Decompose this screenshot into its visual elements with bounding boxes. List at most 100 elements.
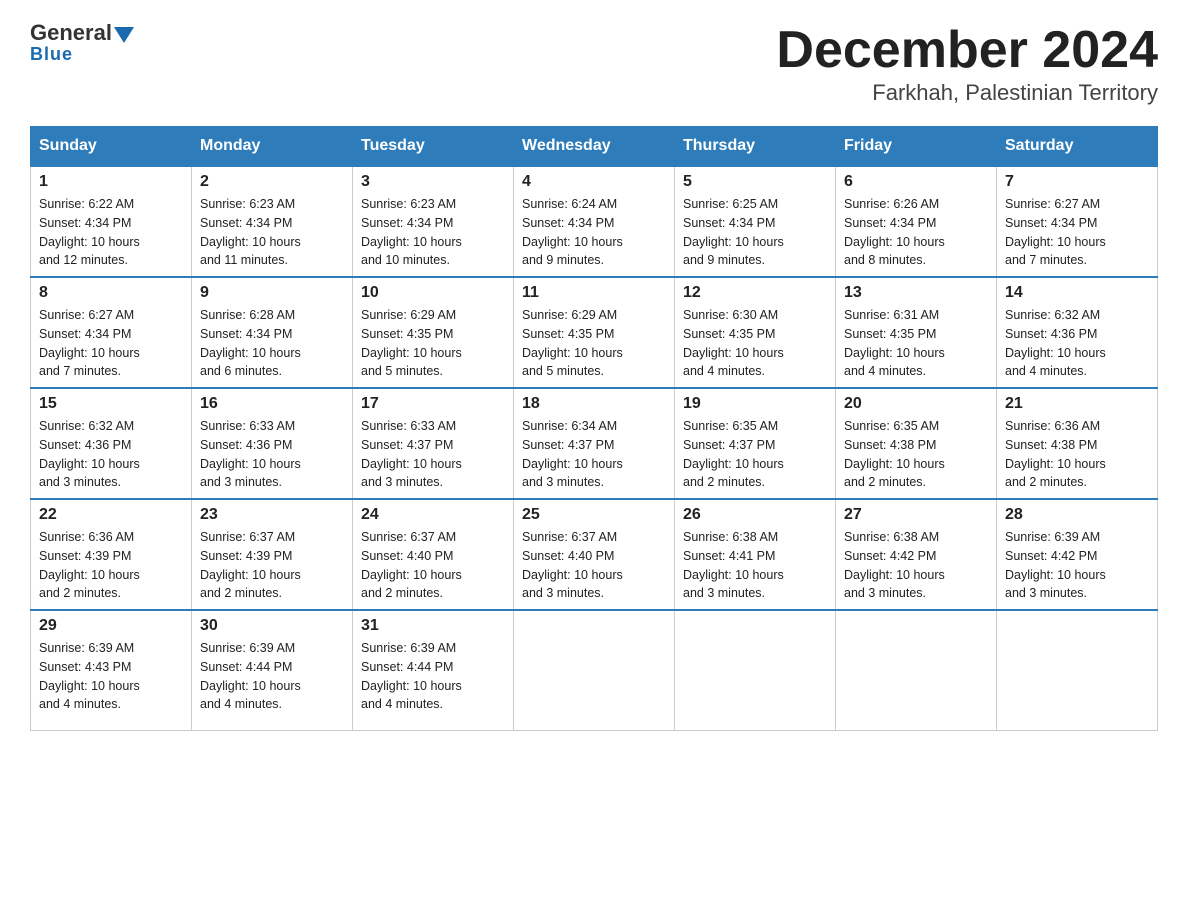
table-row: 31 Sunrise: 6:39 AM Sunset: 4:44 PM Dayl… [353, 610, 514, 730]
table-row: 5 Sunrise: 6:25 AM Sunset: 4:34 PM Dayli… [675, 166, 836, 277]
day-info: Sunrise: 6:27 AM Sunset: 4:34 PM Dayligh… [1005, 195, 1149, 270]
day-number: 23 [200, 506, 344, 524]
day-info: Sunrise: 6:33 AM Sunset: 4:37 PM Dayligh… [361, 417, 505, 492]
title-block: December 2024 Farkhah, Palestinian Terri… [776, 20, 1158, 106]
day-info: Sunrise: 6:25 AM Sunset: 4:34 PM Dayligh… [683, 195, 827, 270]
day-number: 10 [361, 284, 505, 302]
day-number: 18 [522, 395, 666, 413]
table-row: 1 Sunrise: 6:22 AM Sunset: 4:34 PM Dayli… [31, 166, 192, 277]
calendar-week-row: 1 Sunrise: 6:22 AM Sunset: 4:34 PM Dayli… [31, 166, 1158, 277]
day-number: 17 [361, 395, 505, 413]
day-info: Sunrise: 6:30 AM Sunset: 4:35 PM Dayligh… [683, 306, 827, 381]
calendar-table: Sunday Monday Tuesday Wednesday Thursday… [30, 126, 1158, 731]
day-number: 29 [39, 617, 183, 635]
day-number: 20 [844, 395, 988, 413]
table-row: 24 Sunrise: 6:37 AM Sunset: 4:40 PM Dayl… [353, 499, 514, 610]
page-header: General Blue December 2024 Farkhah, Pale… [30, 20, 1158, 106]
day-number: 19 [683, 395, 827, 413]
logo: General Blue [30, 20, 134, 65]
day-info: Sunrise: 6:38 AM Sunset: 4:42 PM Dayligh… [844, 528, 988, 603]
col-monday: Monday [192, 127, 353, 167]
day-number: 8 [39, 284, 183, 302]
calendar-week-row: 29 Sunrise: 6:39 AM Sunset: 4:43 PM Dayl… [31, 610, 1158, 730]
day-info: Sunrise: 6:37 AM Sunset: 4:40 PM Dayligh… [522, 528, 666, 603]
day-number: 13 [844, 284, 988, 302]
logo-blue-text: Blue [30, 44, 73, 65]
table-row: 30 Sunrise: 6:39 AM Sunset: 4:44 PM Dayl… [192, 610, 353, 730]
table-row: 14 Sunrise: 6:32 AM Sunset: 4:36 PM Dayl… [997, 277, 1158, 388]
table-row [675, 610, 836, 730]
day-info: Sunrise: 6:36 AM Sunset: 4:38 PM Dayligh… [1005, 417, 1149, 492]
day-info: Sunrise: 6:32 AM Sunset: 4:36 PM Dayligh… [39, 417, 183, 492]
calendar-week-row: 8 Sunrise: 6:27 AM Sunset: 4:34 PM Dayli… [31, 277, 1158, 388]
table-row: 19 Sunrise: 6:35 AM Sunset: 4:37 PM Dayl… [675, 388, 836, 499]
day-number: 14 [1005, 284, 1149, 302]
day-info: Sunrise: 6:32 AM Sunset: 4:36 PM Dayligh… [1005, 306, 1149, 381]
day-number: 11 [522, 284, 666, 302]
page-title: December 2024 [776, 20, 1158, 80]
day-number: 26 [683, 506, 827, 524]
day-number: 12 [683, 284, 827, 302]
day-number: 4 [522, 173, 666, 191]
table-row: 29 Sunrise: 6:39 AM Sunset: 4:43 PM Dayl… [31, 610, 192, 730]
calendar-week-row: 15 Sunrise: 6:32 AM Sunset: 4:36 PM Dayl… [31, 388, 1158, 499]
day-info: Sunrise: 6:29 AM Sunset: 4:35 PM Dayligh… [522, 306, 666, 381]
day-number: 9 [200, 284, 344, 302]
day-info: Sunrise: 6:34 AM Sunset: 4:37 PM Dayligh… [522, 417, 666, 492]
day-number: 5 [683, 173, 827, 191]
table-row [836, 610, 997, 730]
day-number: 16 [200, 395, 344, 413]
col-saturday: Saturday [997, 127, 1158, 167]
day-number: 31 [361, 617, 505, 635]
day-number: 3 [361, 173, 505, 191]
table-row: 7 Sunrise: 6:27 AM Sunset: 4:34 PM Dayli… [997, 166, 1158, 277]
day-number: 25 [522, 506, 666, 524]
col-friday: Friday [836, 127, 997, 167]
table-row: 16 Sunrise: 6:33 AM Sunset: 4:36 PM Dayl… [192, 388, 353, 499]
col-sunday: Sunday [31, 127, 192, 167]
day-number: 28 [1005, 506, 1149, 524]
day-number: 7 [1005, 173, 1149, 191]
day-number: 27 [844, 506, 988, 524]
table-row: 17 Sunrise: 6:33 AM Sunset: 4:37 PM Dayl… [353, 388, 514, 499]
day-number: 2 [200, 173, 344, 191]
table-row: 8 Sunrise: 6:27 AM Sunset: 4:34 PM Dayli… [31, 277, 192, 388]
calendar-header-row: Sunday Monday Tuesday Wednesday Thursday… [31, 127, 1158, 167]
table-row: 26 Sunrise: 6:38 AM Sunset: 4:41 PM Dayl… [675, 499, 836, 610]
day-info: Sunrise: 6:28 AM Sunset: 4:34 PM Dayligh… [200, 306, 344, 381]
col-wednesday: Wednesday [514, 127, 675, 167]
day-number: 15 [39, 395, 183, 413]
day-info: Sunrise: 6:37 AM Sunset: 4:39 PM Dayligh… [200, 528, 344, 603]
logo-general-text: General [30, 20, 112, 46]
table-row: 20 Sunrise: 6:35 AM Sunset: 4:38 PM Dayl… [836, 388, 997, 499]
table-row [514, 610, 675, 730]
day-number: 24 [361, 506, 505, 524]
day-number: 30 [200, 617, 344, 635]
day-info: Sunrise: 6:35 AM Sunset: 4:38 PM Dayligh… [844, 417, 988, 492]
day-info: Sunrise: 6:27 AM Sunset: 4:34 PM Dayligh… [39, 306, 183, 381]
day-info: Sunrise: 6:26 AM Sunset: 4:34 PM Dayligh… [844, 195, 988, 270]
day-info: Sunrise: 6:39 AM Sunset: 4:43 PM Dayligh… [39, 639, 183, 714]
day-number: 21 [1005, 395, 1149, 413]
day-info: Sunrise: 6:23 AM Sunset: 4:34 PM Dayligh… [361, 195, 505, 270]
table-row: 25 Sunrise: 6:37 AM Sunset: 4:40 PM Dayl… [514, 499, 675, 610]
day-number: 6 [844, 173, 988, 191]
table-row: 2 Sunrise: 6:23 AM Sunset: 4:34 PM Dayli… [192, 166, 353, 277]
table-row: 13 Sunrise: 6:31 AM Sunset: 4:35 PM Dayl… [836, 277, 997, 388]
table-row: 27 Sunrise: 6:38 AM Sunset: 4:42 PM Dayl… [836, 499, 997, 610]
table-row: 21 Sunrise: 6:36 AM Sunset: 4:38 PM Dayl… [997, 388, 1158, 499]
col-thursday: Thursday [675, 127, 836, 167]
table-row: 11 Sunrise: 6:29 AM Sunset: 4:35 PM Dayl… [514, 277, 675, 388]
day-info: Sunrise: 6:36 AM Sunset: 4:39 PM Dayligh… [39, 528, 183, 603]
col-tuesday: Tuesday [353, 127, 514, 167]
table-row: 22 Sunrise: 6:36 AM Sunset: 4:39 PM Dayl… [31, 499, 192, 610]
day-info: Sunrise: 6:35 AM Sunset: 4:37 PM Dayligh… [683, 417, 827, 492]
day-info: Sunrise: 6:24 AM Sunset: 4:34 PM Dayligh… [522, 195, 666, 270]
day-info: Sunrise: 6:29 AM Sunset: 4:35 PM Dayligh… [361, 306, 505, 381]
day-info: Sunrise: 6:38 AM Sunset: 4:41 PM Dayligh… [683, 528, 827, 603]
logo-triangle-icon [114, 27, 134, 43]
table-row: 18 Sunrise: 6:34 AM Sunset: 4:37 PM Dayl… [514, 388, 675, 499]
table-row: 6 Sunrise: 6:26 AM Sunset: 4:34 PM Dayli… [836, 166, 997, 277]
day-info: Sunrise: 6:39 AM Sunset: 4:44 PM Dayligh… [361, 639, 505, 714]
page-subtitle: Farkhah, Palestinian Territory [776, 80, 1158, 106]
